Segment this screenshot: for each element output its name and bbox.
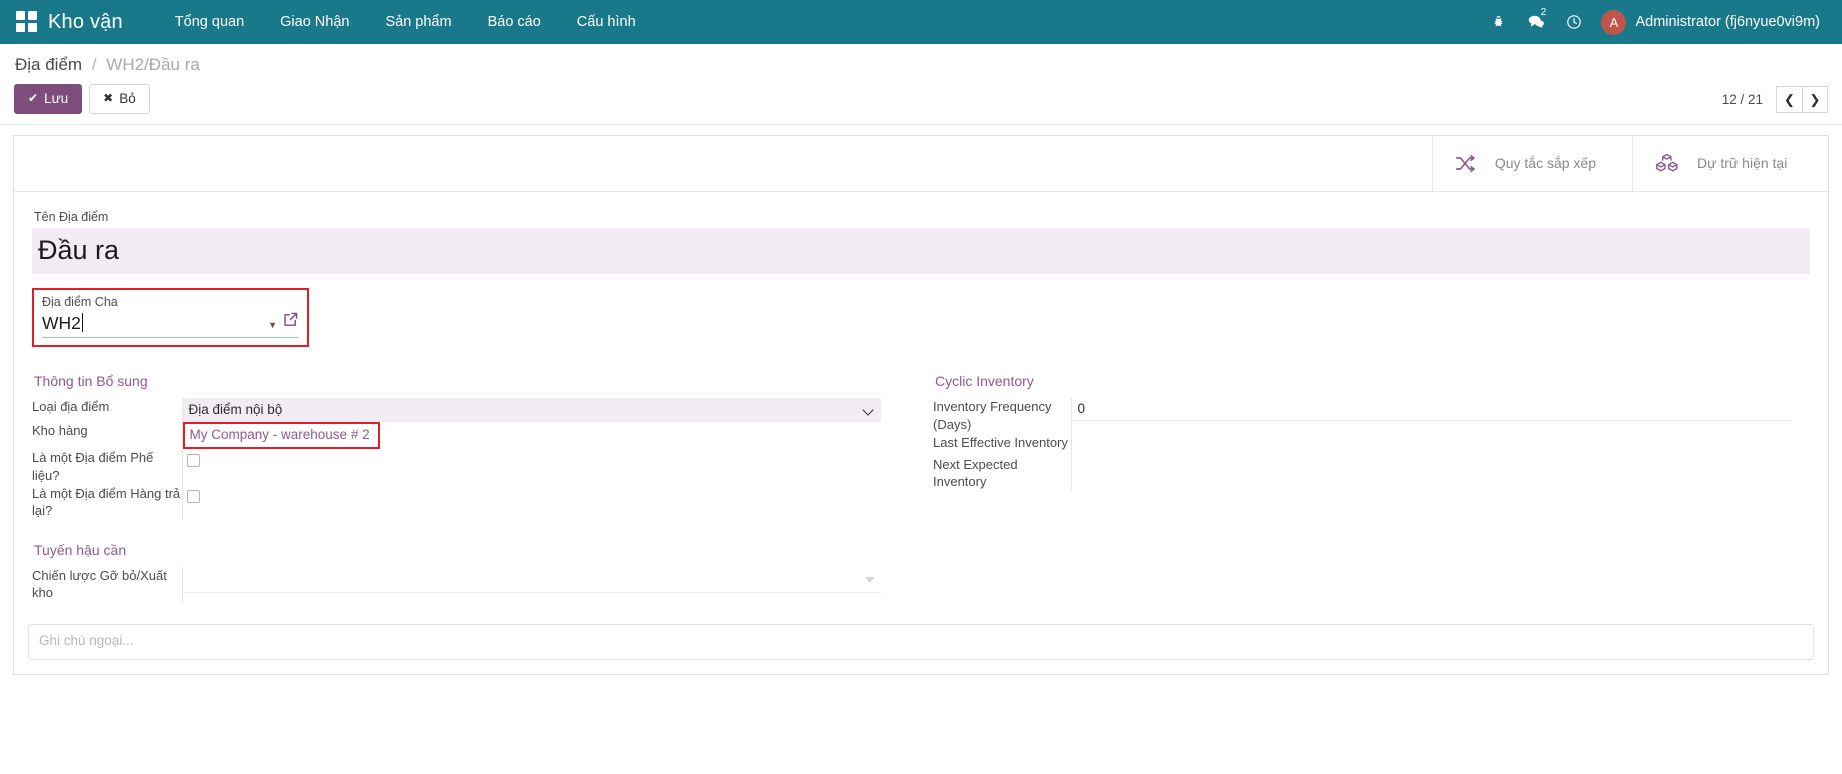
field-row-location-type: Loại địa điểm Địa điểm nội bộ xyxy=(32,398,881,422)
location-name-label: Tên Địa điểm xyxy=(34,210,1810,224)
odoo-location-form-page: Kho vận Tổng quan Giao Nhận Sản phẩm Báo… xyxy=(0,0,1842,774)
save-button-label: Lưu xyxy=(44,91,68,107)
additional-info-group-title: Thông tin Bổ sung xyxy=(34,373,881,396)
logistics-group-title: Tuyến hậu cần xyxy=(34,542,881,565)
avatar: A xyxy=(1601,10,1626,35)
breadcrumb-root[interactable]: Địa điểm xyxy=(15,55,82,74)
control-panel: Địa điểm / WH2/Đầu ra ✔ Lưu ✖ Bỏ 12 / 21… xyxy=(0,44,1842,125)
logistics-fields: Chiến lược Gỡ bỏ/Xuất kho xyxy=(32,567,881,602)
is-return-location-label: Là một Địa điểm Hàng trả lại? xyxy=(32,485,182,520)
stat-button-putaway-rules[interactable]: Quy tắc sắp xếp xyxy=(1432,136,1632,191)
stat-button-putaway-rules-label: Quy tắc sắp xếp xyxy=(1495,155,1596,171)
next-expected-inventory-input[interactable] xyxy=(1072,456,1793,478)
external-link-icon[interactable] xyxy=(282,311,299,335)
cyclic-inventory-fields: Inventory Frequency (Days) 0 Last Effect… xyxy=(933,398,1792,490)
text-cursor xyxy=(82,313,83,332)
inventory-frequency-input[interactable]: 0 xyxy=(1072,398,1793,421)
last-effective-inventory-input[interactable] xyxy=(1072,434,1793,456)
form-sheet: Quy tắc sắp xếp Dự trữ hiện tại xyxy=(13,135,1829,675)
top-navbar: Kho vận Tổng quan Giao Nhận Sản phẩm Báo… xyxy=(0,0,1842,44)
form-view-container: Quy tắc sắp xếp Dự trữ hiện tại xyxy=(0,125,1842,774)
warehouse-highlight-box: My Company - warehouse # 2 xyxy=(183,422,380,449)
times-icon: ✖ xyxy=(103,92,113,106)
form-columns: Thông tin Bổ sung Loại địa điểm Địa điểm… xyxy=(32,373,1810,601)
pager-value: 12 / 21 xyxy=(1722,92,1763,107)
user-name-label: Administrator (fj6nyue0vi9m) xyxy=(1635,14,1820,30)
removal-strategy-value-cell xyxy=(182,567,881,602)
inventory-frequency-label: Inventory Frequency (Days) xyxy=(933,398,1071,433)
parent-location-value: WH2 xyxy=(42,313,81,333)
breadcrumb-separator: / xyxy=(92,55,97,74)
caret-down-icon[interactable]: ▼ xyxy=(265,320,280,335)
is-return-location-value-cell xyxy=(182,485,881,520)
stat-button-current-stock-label: Dự trữ hiện tại xyxy=(1697,155,1787,171)
form-action-buttons: ✔ Lưu ✖ Bỏ xyxy=(14,84,1828,114)
warehouse-value-cell: My Company - warehouse # 2 xyxy=(182,422,881,449)
cyclic-inventory-group-title: Cyclic Inventory xyxy=(935,373,1792,396)
parent-location-input[interactable]: WH2 xyxy=(42,311,263,336)
is-scrap-location-value-cell xyxy=(182,449,881,484)
field-row-removal-strategy: Chiến lược Gỡ bỏ/Xuất kho xyxy=(32,567,881,602)
right-column: Cyclic Inventory Inventory Frequency (Da… xyxy=(921,373,1810,601)
apps-grid-icon[interactable] xyxy=(16,11,38,33)
app-brand-title[interactable]: Kho vận xyxy=(48,11,123,34)
warehouse-value-link[interactable]: My Company - warehouse # 2 xyxy=(190,427,370,442)
sheet-body: Tên Địa điểm Đầu ra Địa điểm Cha WH2 ▼ xyxy=(14,192,1828,612)
shuffle-icon xyxy=(1455,154,1477,173)
parent-location-label: Địa điểm Cha xyxy=(42,295,299,309)
breadcrumb-current: WH2/Đầu ra xyxy=(106,55,200,74)
discard-button-label: Bỏ xyxy=(119,91,136,107)
menu-item-configuration[interactable]: Cấu hình xyxy=(559,0,654,44)
menu-item-overview[interactable]: Tổng quan xyxy=(157,0,262,44)
field-row-inventory-frequency: Inventory Frequency (Days) 0 xyxy=(933,398,1792,433)
messages-count-badge: 2 xyxy=(1540,7,1546,18)
left-column: Thông tin Bổ sung Loại địa điểm Địa điểm… xyxy=(32,373,921,601)
parent-location-control: WH2 ▼ xyxy=(42,311,299,339)
clock-icon[interactable] xyxy=(1557,0,1591,44)
stat-button-box: Quy tắc sắp xếp Dự trữ hiện tại xyxy=(14,136,1828,192)
removal-strategy-label: Chiến lược Gỡ bỏ/Xuất kho xyxy=(32,567,182,602)
discard-button[interactable]: ✖ Bỏ xyxy=(89,84,150,114)
field-row-next-expected-inventory: Next Expected Inventory xyxy=(933,456,1792,491)
external-notes-input[interactable]: Ghi chú ngoại... xyxy=(28,624,1814,660)
parent-location-highlight-box: Địa điểm Cha WH2 ▼ xyxy=(32,288,309,348)
last-effective-inventory-label: Last Effective Inventory xyxy=(933,434,1071,456)
stat-button-current-stock[interactable]: Dự trữ hiện tại xyxy=(1632,136,1828,191)
field-row-is-return-location: Là một Địa điểm Hàng trả lại? xyxy=(32,485,881,520)
pager-previous-button[interactable]: ❮ xyxy=(1776,86,1802,113)
cubes-icon xyxy=(1655,153,1679,173)
is-scrap-location-label: Là một Địa điểm Phế liệu? xyxy=(32,449,182,484)
user-menu[interactable]: A Administrator (fj6nyue0vi9m) xyxy=(1595,0,1828,44)
save-button[interactable]: ✔ Lưu xyxy=(14,84,82,114)
breadcrumb: Địa điểm / WH2/Đầu ra xyxy=(15,55,1828,75)
field-row-last-effective-inventory: Last Effective Inventory xyxy=(933,434,1792,456)
bug-icon[interactable] xyxy=(1481,0,1515,44)
is-scrap-location-checkbox[interactable] xyxy=(187,454,200,467)
menu-item-reporting[interactable]: Báo cáo xyxy=(470,0,559,44)
navbar-right-cluster: 2 A Administrator (fj6nyue0vi9m) xyxy=(1481,0,1828,44)
record-pager: 12 / 21 ❮ ❯ xyxy=(1722,86,1828,113)
field-row-is-scrap-location: Là một Địa điểm Phế liệu? xyxy=(32,449,881,484)
location-type-select[interactable]: Địa điểm nội bộ xyxy=(183,398,882,422)
additional-info-fields: Loại địa điểm Địa điểm nội bộ Kho hàng xyxy=(32,398,881,519)
removal-strategy-select[interactable] xyxy=(183,567,882,593)
menu-item-products[interactable]: Sản phẩm xyxy=(367,0,469,44)
chat-bubble-icon[interactable]: 2 xyxy=(1519,0,1553,44)
check-icon: ✔ xyxy=(28,92,38,106)
field-row-warehouse: Kho hàng My Company - warehouse # 2 xyxy=(32,422,881,449)
next-expected-inventory-value-cell xyxy=(1071,456,1792,491)
location-type-value-cell: Địa điểm nội bộ xyxy=(182,398,881,422)
location-type-label: Loại địa điểm xyxy=(32,398,182,422)
warehouse-label: Kho hàng xyxy=(32,422,182,449)
pager-next-button[interactable]: ❯ xyxy=(1802,86,1828,113)
next-expected-inventory-label: Next Expected Inventory xyxy=(933,456,1071,491)
inventory-frequency-value-cell: 0 xyxy=(1071,398,1792,433)
location-type-select-wrap: Địa điểm nội bộ xyxy=(183,398,882,422)
is-return-location-checkbox[interactable] xyxy=(187,490,200,503)
location-name-input[interactable]: Đầu ra xyxy=(32,228,1810,274)
last-effective-inventory-value-cell xyxy=(1071,434,1792,456)
menu-item-transfers[interactable]: Giao Nhận xyxy=(262,0,367,44)
